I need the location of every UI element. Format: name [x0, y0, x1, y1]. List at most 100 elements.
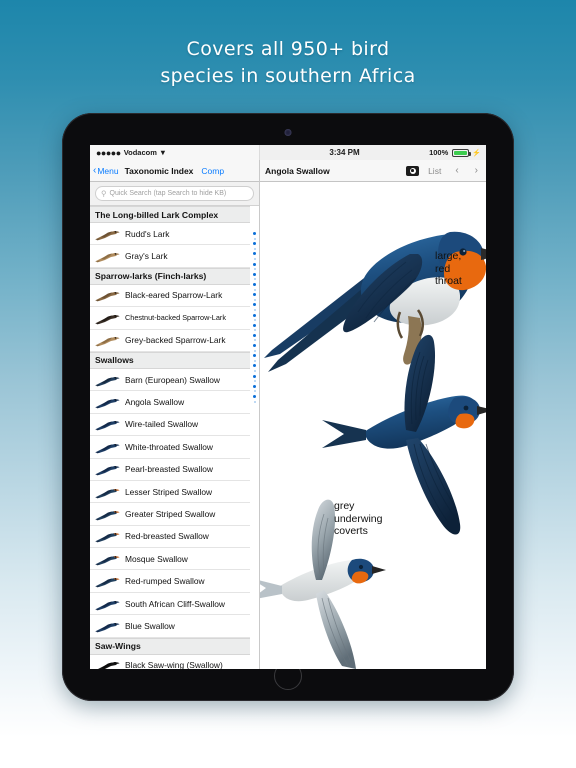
list-item[interactable]: Angola Swallow — [90, 391, 250, 414]
species-list-scroll[interactable]: The Long-billed Lark Complex Rudd's Lark G… — [90, 206, 259, 669]
list-item[interactable]: Lesser Striped Swallow — [90, 481, 250, 504]
index-dot[interactable] — [253, 232, 256, 235]
index-dot[interactable] — [253, 400, 256, 403]
list-item[interactable]: Gray's Lark — [90, 245, 250, 268]
list-item-label: Greater Striped Swallow — [125, 508, 216, 519]
index-dot[interactable] — [253, 339, 256, 342]
index-dot[interactable] — [253, 374, 256, 378]
bird-thumbnail-icon — [94, 372, 120, 388]
index-dot[interactable] — [253, 333, 256, 337]
list-item[interactable]: Greater Striped Swallow — [90, 503, 250, 526]
index-dot[interactable] — [253, 278, 256, 281]
bird-thumbnail-icon — [94, 226, 120, 242]
annotation-2-line-2: underwing — [334, 512, 383, 525]
bird-thumbnail-icon — [94, 573, 120, 589]
index-dot[interactable] — [253, 262, 256, 266]
index-dot[interactable] — [253, 288, 256, 291]
status-bar-time: 3:34 PM — [260, 145, 430, 160]
index-dot[interactable] — [253, 313, 256, 317]
ipad-device-frame: ●●●●● Vodacom ▾ 3:34 PM 100% ⚡ ‹ Menu Ta… — [62, 113, 514, 701]
list-item-label: Black Saw-wing (Swallow) — [125, 660, 223, 669]
index-dot[interactable] — [253, 364, 256, 368]
list-item[interactable]: Black-eared Sparrow-Lark — [90, 285, 250, 308]
next-button[interactable]: › — [475, 165, 478, 176]
index-dot[interactable] — [253, 344, 256, 348]
signal-dots-icon: ●●●●● — [96, 147, 121, 158]
compare-button[interactable]: Comp — [201, 166, 224, 176]
list-item-label: Lesser Striped Swallow — [125, 486, 213, 497]
list-item[interactable]: Chestnut-backed Sparrow-Lark — [90, 307, 250, 330]
annotation-1-line-3: throat — [435, 275, 462, 287]
list-item[interactable]: Wire-tailed Swallow — [90, 414, 250, 437]
index-dot[interactable] — [253, 252, 256, 256]
bird-thumbnail-icon — [94, 506, 120, 522]
search-bar-container: ⚲ Quick Search (tap Search to hide KB) — [90, 182, 259, 206]
page-title: Covers all 950+ bird species in southern… — [0, 36, 576, 90]
bird-thumbnail-icon — [94, 416, 120, 432]
index-dot[interactable] — [253, 359, 256, 362]
list-item-label: Blue Swallow — [125, 620, 175, 631]
list-item-label: Mosque Swallow — [125, 553, 188, 564]
list-item[interactable]: Red-breasted Swallow — [90, 526, 250, 549]
list-item-label: White-throated Swallow — [125, 441, 213, 452]
index-dot[interactable] — [253, 319, 256, 322]
index-dot[interactable] — [253, 257, 256, 260]
bird-thumbnail-icon — [94, 310, 120, 326]
search-input[interactable]: ⚲ Quick Search (tap Search to hide KB) — [95, 186, 254, 201]
previous-button[interactable]: ‹ — [455, 165, 458, 176]
index-dot[interactable] — [253, 329, 256, 332]
index-dot[interactable] — [253, 390, 256, 393]
list-item[interactable]: South African Cliff-Swallow — [90, 593, 250, 616]
list-item[interactable]: Rudd's Lark — [90, 223, 250, 246]
bird-thumbnail-icon — [94, 248, 120, 264]
bird-thumbnail-icon — [94, 551, 120, 567]
list-item[interactable]: Blue Swallow — [90, 615, 250, 638]
list-item[interactable]: Grey-backed Sparrow-Lark — [90, 330, 250, 352]
annotation-1-line-2: red — [435, 262, 451, 275]
index-dot[interactable] — [253, 298, 256, 301]
bird-thumbnail-icon — [94, 596, 120, 612]
index-dot[interactable] — [253, 354, 256, 358]
list-item-label: Red-rumped Swallow — [125, 576, 205, 587]
bird-thumbnail-icon — [94, 439, 120, 455]
index-dot[interactable] — [253, 237, 256, 240]
list-item-label: Angola Swallow — [125, 397, 185, 408]
index-dot[interactable] — [253, 323, 256, 327]
annotation-1-line-1: large, — [435, 250, 462, 262]
list-item[interactable]: Pearl-breasted Swallow — [90, 459, 250, 481]
index-dot[interactable] — [253, 268, 256, 271]
index-dot[interactable] — [253, 349, 256, 352]
list-section-header: Swallows — [90, 351, 250, 369]
menu-back-button[interactable]: ‹ Menu — [90, 165, 119, 176]
list-item[interactable]: White-throated Swallow — [90, 436, 250, 459]
list-item[interactable]: Black Saw-wing (Swallow) — [90, 655, 250, 669]
bird-thumbnail-icon — [94, 332, 120, 348]
charging-icon: ⚡ — [472, 149, 481, 157]
battery-icon — [452, 148, 472, 157]
list-item-label: Barn (European) Swallow — [125, 374, 220, 385]
index-dot[interactable] — [253, 395, 256, 398]
index-dot[interactable] — [253, 293, 256, 297]
index-dot[interactable] — [253, 380, 256, 383]
index-dot[interactable] — [253, 308, 256, 311]
index-dot[interactable] — [253, 370, 256, 373]
annotation-red-throat: large, red throat — [435, 250, 462, 288]
camera-icon[interactable] — [406, 165, 420, 176]
index-dot[interactable] — [253, 303, 256, 307]
index-dot[interactable] — [253, 272, 256, 276]
section-index-strip[interactable] — [250, 206, 259, 669]
index-dot[interactable] — [253, 242, 256, 246]
index-dot[interactable] — [253, 282, 256, 286]
list-button[interactable]: List — [428, 166, 441, 176]
list-item[interactable]: Red-rumped Swallow — [90, 570, 250, 593]
list-item-label: South African Cliff-Swallow — [125, 598, 225, 609]
list-section-header: Saw-Wings — [90, 637, 250, 655]
battery-percent-label: 100% — [429, 148, 449, 157]
index-dot[interactable] — [253, 247, 256, 250]
index-dot[interactable] — [253, 384, 256, 388]
list-item[interactable]: Barn (European) Swallow — [90, 369, 250, 392]
list-item[interactable]: Mosque Swallow — [90, 548, 250, 571]
bird-thumbnail-icon — [94, 657, 120, 669]
headline-line-2: species in southern Africa — [160, 65, 416, 87]
list-item-label: Gray's Lark — [125, 251, 168, 262]
